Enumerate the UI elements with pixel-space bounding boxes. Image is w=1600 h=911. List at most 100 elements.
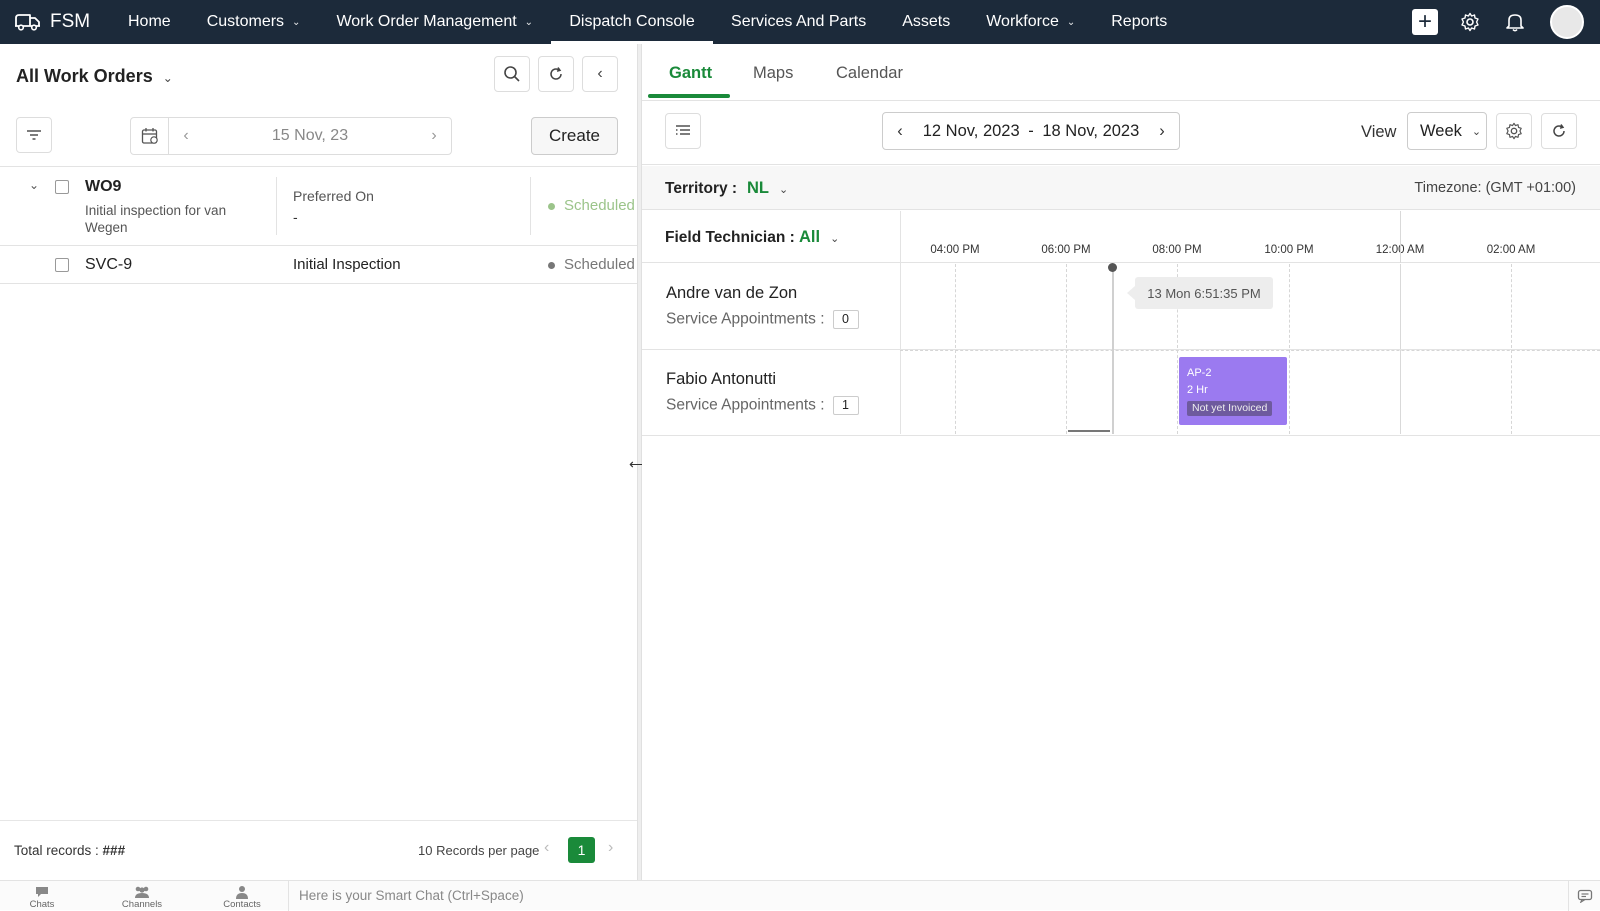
time-tick: 10:00 PM <box>1264 244 1314 256</box>
technician-row: Andre van de Zon Service Appointments : 0 <box>642 264 1600 350</box>
tab-maps[interactable]: Maps <box>753 64 793 83</box>
current-page[interactable]: 1 <box>568 837 595 863</box>
brand[interactable]: FSM <box>14 11 110 33</box>
nav-label: Workforce <box>986 13 1059 30</box>
service-row[interactable]: SVC-9 Initial Inspection Scheduled <box>0 246 637 284</box>
filter-button[interactable] <box>16 117 52 153</box>
status-text: Scheduled <box>564 197 635 214</box>
active-tab-indicator <box>648 94 730 98</box>
dispatch-panel: Gantt Maps Calendar ‹ 12 Nov, 2023 - 18 … <box>642 44 1600 880</box>
nav-label: Assets <box>902 13 951 30</box>
pagination-footer: Total records : ### 10 Records per page … <box>0 820 637 880</box>
prev-date-button[interactable]: ‹ <box>169 127 203 145</box>
avatar[interactable] <box>1550 5 1584 39</box>
appointment-count: 0 <box>832 310 859 329</box>
view-select[interactable]: Week ⌄ <box>1407 112 1487 150</box>
tab-calendar[interactable]: Calendar <box>836 64 903 83</box>
chat-icon <box>36 887 48 897</box>
chevron-down-icon: ⌄ <box>830 233 840 245</box>
timezone-label: Timezone: (GMT +01:00) <box>1414 180 1576 196</box>
chats-button[interactable]: Chats <box>12 885 72 910</box>
gantt-refresh-button[interactable] <box>1541 113 1577 149</box>
chevron-down-icon[interactable]: ⌄ <box>29 178 39 192</box>
next-page-button[interactable]: › <box>608 839 613 857</box>
service-id[interactable]: SVC-9 <box>85 256 132 274</box>
refresh-icon <box>1553 124 1565 137</box>
bottom-bar: Chats Channels Contacts Here is your Sma… <box>0 880 1600 911</box>
nav-services-and-parts[interactable]: Services And Parts <box>713 0 884 44</box>
current-time-line <box>1112 267 1114 434</box>
date-range-navigator: ‹ 12 Nov, 2023 - 18 Nov, 2023 › <box>882 112 1180 150</box>
date-range: 12 Nov, 2023 - 18 Nov, 2023 <box>917 122 1145 141</box>
range-end: 18 Nov, 2023 <box>1042 121 1140 140</box>
next-date-button[interactable]: › <box>417 127 451 145</box>
technician-name[interactable]: Fabio Antonutti <box>666 370 776 389</box>
create-button[interactable]: Create <box>531 117 618 155</box>
technician-name[interactable]: Andre van de Zon <box>666 284 797 303</box>
selected-date: 15 Nov, 23 <box>271 127 349 144</box>
refresh-button[interactable] <box>538 56 574 92</box>
nav-workforce[interactable]: Workforce ⌄ <box>968 0 1093 44</box>
service-name: Initial Inspection <box>293 256 401 273</box>
work-order-row[interactable]: ⌄ WO9 Initial inspection for van Wegen P… <box>0 167 637 246</box>
chevron-down-icon: ⌄ <box>1471 125 1482 138</box>
brand-name: FSM <box>50 11 91 32</box>
field-technician-select[interactable]: All ⌄ <box>799 228 839 247</box>
smart-chat-input[interactable]: Here is your Smart Chat (Ctrl+Space) <box>288 881 1568 911</box>
status-dot-icon <box>548 261 555 269</box>
territory-label: Territory : <box>665 180 738 197</box>
prev-week-button[interactable]: ‹ <box>883 122 917 141</box>
current-time-marker <box>1108 263 1117 272</box>
contact-icon <box>236 886 248 899</box>
list-toggle-button[interactable] <box>665 113 701 149</box>
chevron-left-icon: ‹ <box>597 65 603 82</box>
field-technician-value: All <box>799 228 821 246</box>
chevron-down-icon: ⌄ <box>779 184 789 196</box>
total-records: Total records : ### <box>14 843 125 858</box>
total-records-value: ### <box>102 843 126 858</box>
territory-value: NL <box>747 179 769 197</box>
bottom-bar-label: Channels <box>121 899 163 910</box>
search-button[interactable] <box>494 56 530 92</box>
plus-icon[interactable]: + <box>1412 9 1438 35</box>
territory-select[interactable]: NL ⌄ <box>747 179 788 198</box>
work-order-id[interactable]: WO9 <box>85 178 121 196</box>
bell-icon[interactable] <box>1506 12 1524 32</box>
view-label: View <box>1361 123 1397 141</box>
gantt-header: Field Technician : All ⌄ 04:00 PM 06:00 P… <box>642 211 1600 263</box>
gear-icon[interactable] <box>1460 12 1480 32</box>
calendar-button[interactable] <box>131 118 169 154</box>
work-order-view-selector[interactable]: All Work Orders ⌄ <box>16 66 173 87</box>
collapse-panel-button[interactable]: ‹ <box>582 56 618 92</box>
service-appointments-label: Service Appointments : <box>666 310 825 328</box>
range-separator: - <box>1028 121 1034 140</box>
nav-work-order-management[interactable]: Work Order Management ⌄ <box>318 0 551 44</box>
nav-customers[interactable]: Customers ⌄ <box>189 0 319 44</box>
row-checkbox[interactable] <box>55 180 69 194</box>
appointment-count: 1 <box>832 396 859 415</box>
nav-reports[interactable]: Reports <box>1093 0 1185 44</box>
channels-button[interactable]: Channels <box>112 885 172 910</box>
invoice-status-badge: Not yet Invoiced <box>1187 401 1273 416</box>
technician-row: Fabio Antonutti Service Appointments : 1 <box>642 350 1600 436</box>
nav-home[interactable]: Home <box>110 0 189 44</box>
preferred-on-label: Preferred On <box>293 188 374 204</box>
nav-dispatch-console[interactable]: Dispatch Console <box>551 0 714 44</box>
nav-label: Customers <box>206 13 285 30</box>
appointment-block[interactable]: AP-2 2 Hr Not yet Invoiced <box>1179 357 1287 425</box>
prev-page-button[interactable]: ‹ <box>544 839 549 857</box>
gantt-settings-button[interactable] <box>1496 113 1532 149</box>
row-checkbox[interactable] <box>55 258 69 272</box>
gantt-toolbar: ‹ 12 Nov, 2023 - 18 Nov, 2023 › View Wee… <box>642 101 1600 165</box>
contacts-button[interactable]: Contacts <box>212 885 272 910</box>
chat-window-button[interactable] <box>1568 881 1600 911</box>
day-boundary <box>1400 211 1401 263</box>
next-week-button[interactable]: › <box>1145 122 1179 141</box>
time-tick: 04:00 PM <box>930 244 980 256</box>
view-tabs: Gantt Maps Calendar <box>642 44 1600 101</box>
chevron-down-icon: ⌄ <box>162 71 173 85</box>
nav-assets[interactable]: Assets <box>884 0 968 44</box>
tab-gantt[interactable]: Gantt <box>669 64 712 83</box>
records-per-page[interactable]: 10 Records per page <box>418 843 539 858</box>
chevron-down-icon: ⌄ <box>524 16 534 28</box>
